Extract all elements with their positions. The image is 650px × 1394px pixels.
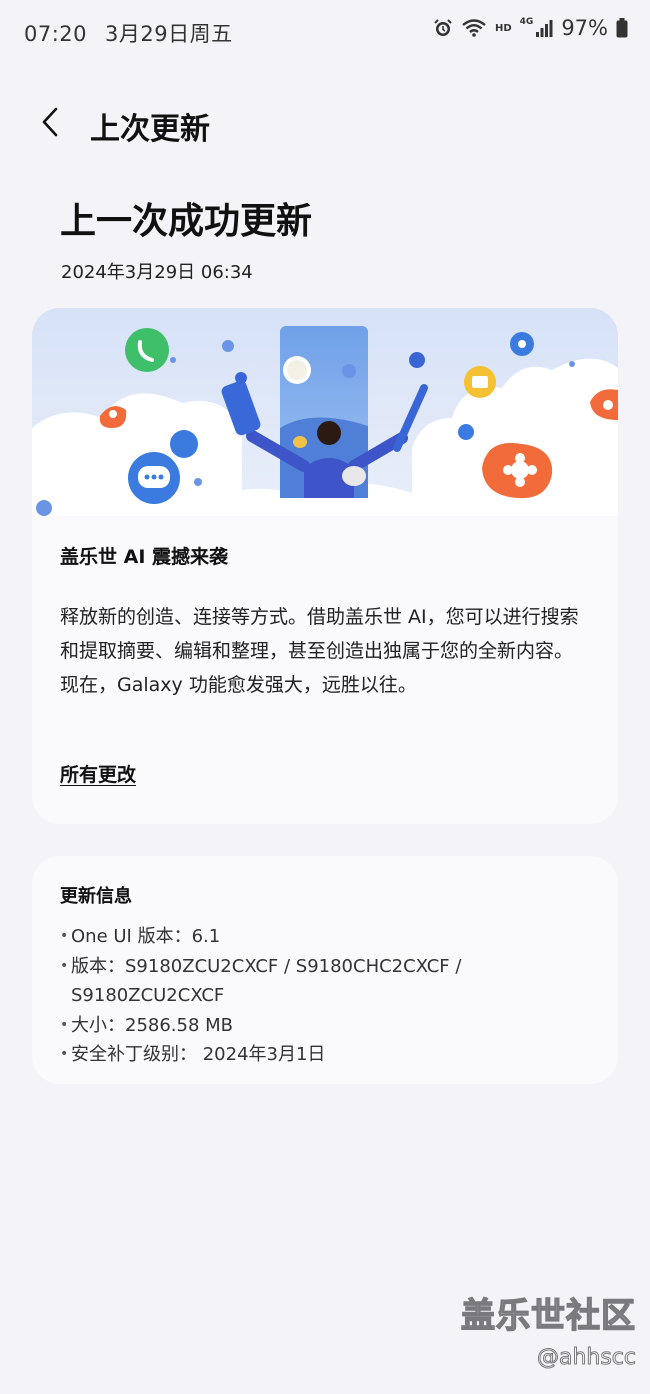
info-item-version: 版本：S9180ZCU2CXCF / S9180CHC2CXCF /S9180Z… [60,952,600,1011]
feature-card: 盖乐世 AI 震撼来袭 释放新的创造、连接等方式。借助盖乐世 AI，您可以进行搜… [32,308,618,824]
network-label: 4G [519,17,534,27]
signal-icon [535,18,553,38]
hd-label: HD [494,22,512,34]
feature-description: 释放新的创造、连接等方式。借助盖乐世 AI，您可以进行搜索和提取摘要、编辑和整理… [60,606,579,696]
update-time: 2024年3月29日 06:34 [61,262,253,283]
info-item-security-patch: 安全补丁级别： 2024年3月1日 [60,1040,600,1070]
status-time: 07:20 [24,22,88,46]
watermark-sub: @ahhscc [536,1345,636,1371]
all-changes-link[interactable]: 所有更改 [60,760,136,787]
page-title: 上一次成功更新 [60,201,313,242]
wifi-icon [461,18,487,38]
status-date: 3月29日周五 [105,22,233,46]
app-header: 上次更新 [0,96,650,152]
status-bar: 07:20 3月29日周五 HD 4G 97% [0,0,650,64]
info-item-size: 大小：2586.58 MB [60,1011,600,1041]
battery-icon [616,18,628,38]
watermark-main: 盖乐世社区 [460,1295,636,1336]
info-list: One UI 版本：6.1 版本：S9180ZCU2CXCF / S9180CH… [60,922,600,1070]
info-item-oneui: One UI 版本：6.1 [60,922,600,952]
back-button[interactable] [30,104,70,144]
update-info-card: 更新信息 One UI 版本：6.1 版本：S9180ZCU2CXCF / S9… [32,856,618,1084]
header-title: 上次更新 [90,112,210,147]
info-title: 更新信息 [60,886,132,907]
watermark: 盖乐世社区 @ahhscc [460,1288,636,1371]
battery-percent: 97% [561,16,608,40]
info-item-version-cont: S9180ZCU2CXCF [71,985,225,1006]
feature-title: 盖乐世 AI 震撼来袭 [60,546,229,568]
status-time-date: 07:20 3月29日周五 [24,18,233,48]
status-icons: HD 4G 97% [433,16,628,40]
chevron-left-icon [39,106,61,142]
galaxy-ai-banner [32,308,618,516]
alarm-icon [433,18,453,38]
